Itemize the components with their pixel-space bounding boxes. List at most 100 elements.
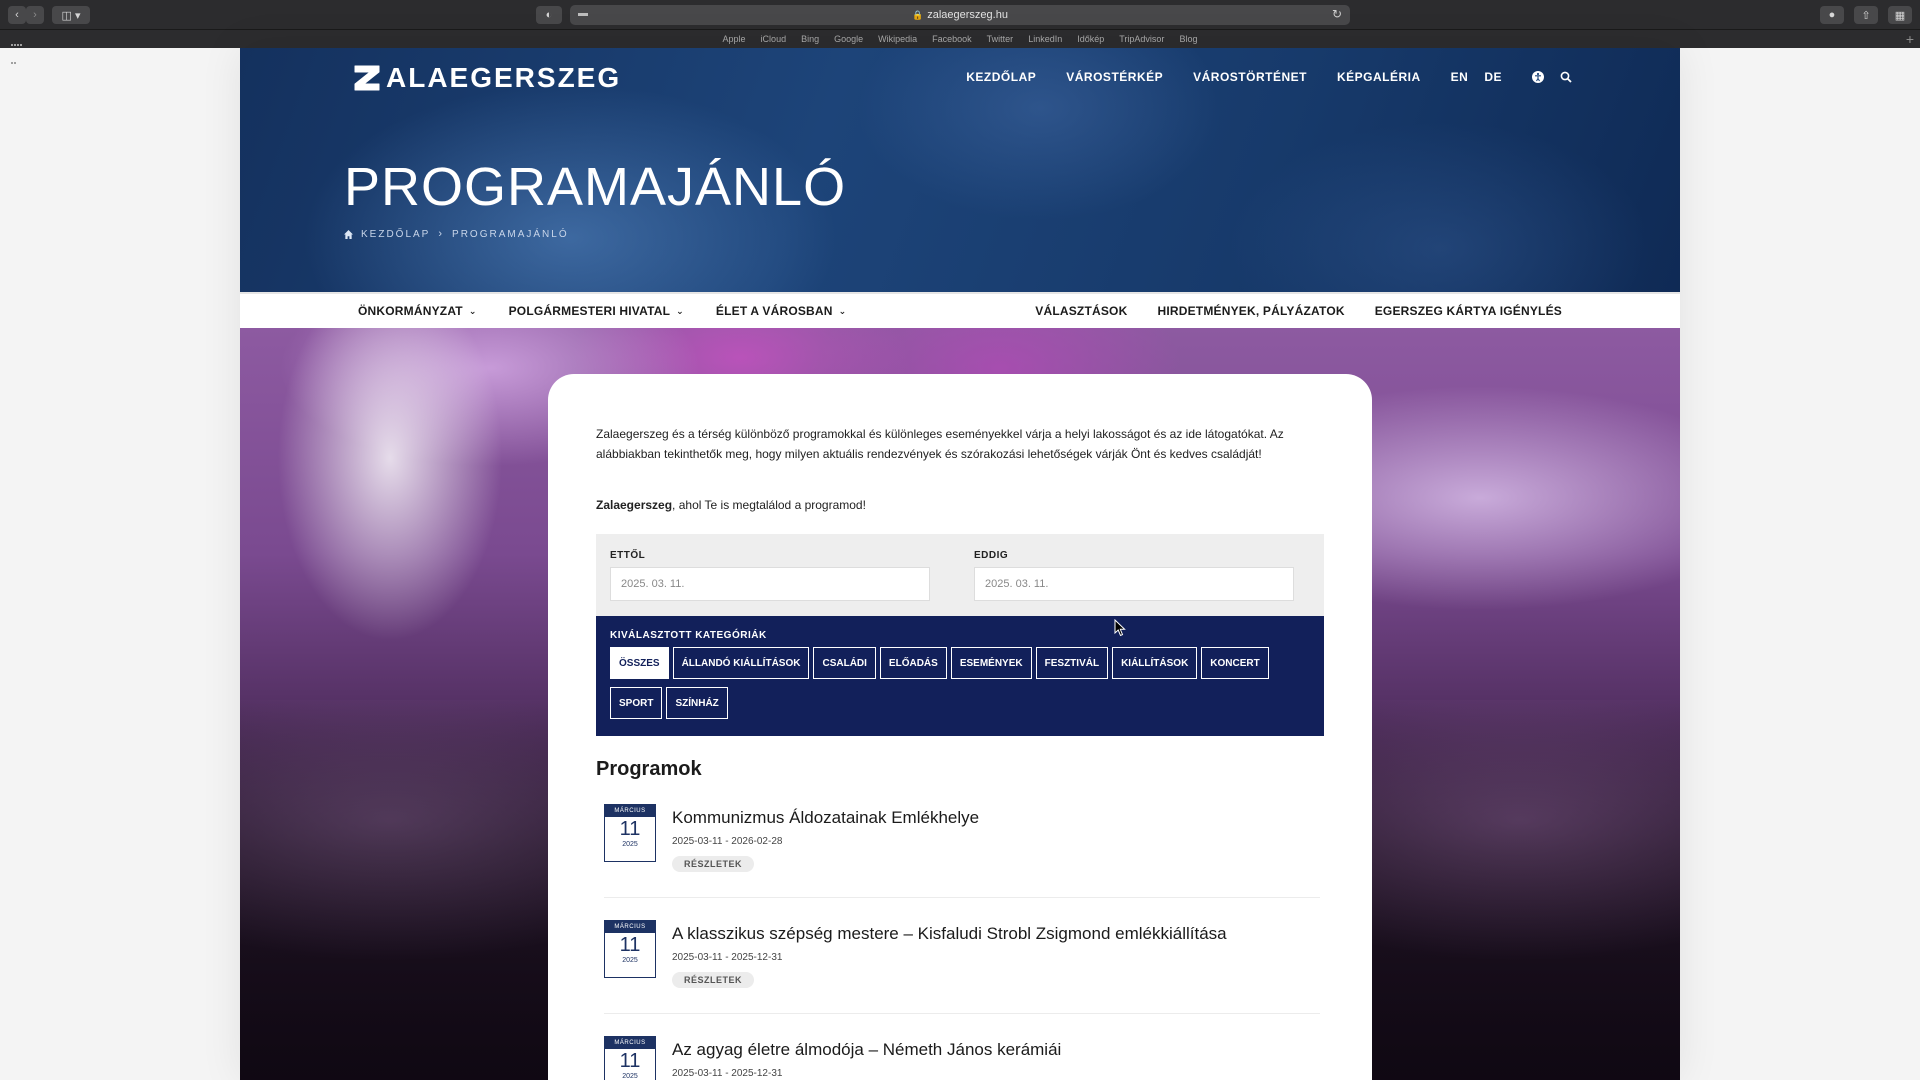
download-icon[interactable]: ● — [1820, 6, 1844, 24]
date-to-label: EDDIG — [974, 550, 1009, 561]
category-allando-kiallitasok[interactable]: ÁLLANDÓ KIÁLLÍTÁSOK — [672, 647, 810, 679]
favorite-link[interactable]: Twitter — [987, 34, 1014, 44]
program-item: MÁRCIUS 11 2025 Az agyag életre álmodója… — [604, 1036, 1320, 1080]
date-from-group: ETTŐL 2025. 03. 11. — [610, 550, 930, 601]
shield-icon[interactable]: ◐ — [536, 6, 562, 24]
favorite-link[interactable]: Facebook — [932, 34, 972, 44]
browser-toolbar: ‹ › ◫ ▾ ◐ ▬ 🔒 zalaegerszeg.hu ↻ ● ⇧ ▦ — [0, 0, 1920, 30]
date-from-input[interactable]: 2025. 03. 11. — [610, 567, 930, 601]
language-switcher: EN DE — [1451, 70, 1502, 84]
favorite-link[interactable]: Időkép — [1077, 34, 1104, 44]
favorite-link[interactable]: Blog — [1179, 34, 1197, 44]
chevron-down-icon: ⌄ — [838, 305, 847, 316]
category-kiallitasok[interactable]: KIÁLLÍTÁSOK — [1112, 647, 1198, 679]
logo-text: ALAEGERSZEG — [386, 62, 622, 93]
intro-text: Zalaegerszeg és a térség különböző progr… — [596, 427, 1284, 461]
calendar-year: 2025 — [622, 1073, 638, 1080]
nav-kezdolap[interactable]: KEZDŐLAP — [966, 70, 1036, 84]
details-button[interactable]: RÉSZLETEK — [672, 972, 755, 988]
favorite-link[interactable]: Wikipedia — [878, 34, 917, 44]
web-page: ALAEGERSZEG KEZDŐLAP VÁROSTÉRKÉP VÁROSTÖ… — [240, 48, 1680, 1080]
favorite-link[interactable]: Apple — [723, 34, 746, 44]
subnav-valasztasok[interactable]: VÁLASZTÁSOK — [1035, 304, 1127, 318]
lang-en[interactable]: EN — [1451, 70, 1469, 84]
subnav-hirdetmenyek[interactable]: HIRDETMÉNYEK, PÁLYÁZATOK — [1157, 304, 1344, 318]
details-button[interactable]: RÉSZLETEK — [672, 856, 755, 872]
program-card: Zalaegerszeg és a térség különböző progr… — [548, 374, 1372, 1080]
program-dates: 2025-03-11 - 2025-12-31 — [672, 952, 783, 963]
programs-heading: Programok — [596, 758, 702, 780]
calendar-year: 2025 — [622, 957, 638, 964]
favorite-link[interactable]: Bing — [801, 34, 819, 44]
nav-varosterkep[interactable]: VÁROSTÉRKÉP — [1066, 70, 1163, 84]
date-from-label: ETTŐL — [610, 550, 646, 561]
category-koncert[interactable]: KONCERT — [1201, 647, 1269, 679]
program-dates: 2025-03-11 - 2025-12-31 — [672, 1068, 783, 1079]
calendar-day: 11 — [619, 818, 641, 840]
subnav-egerszeg-kartya[interactable]: EGERSZEG KÁRTYA IGÉNYLÉS — [1375, 304, 1562, 318]
favorite-link[interactable]: iCloud — [761, 34, 787, 44]
category-osszes[interactable]: ÖSSZES — [610, 647, 669, 679]
hero-header: ALAEGERSZEG KEZDŐLAP VÁROSTÉRKÉP VÁROSTÖ… — [240, 48, 1680, 292]
home-icon[interactable] — [344, 229, 353, 239]
date-to-input[interactable]: 2025. 03. 11. — [974, 567, 1294, 601]
chevron-down-icon: ⌄ — [676, 305, 684, 316]
header-icons — [1532, 71, 1572, 83]
program-title[interactable]: A klasszikus szépség mestere – Kisfaludi… — [672, 924, 1227, 944]
search-icon[interactable] — [1560, 71, 1572, 83]
subnav-onkormanyzat[interactable]: ÖNKORMÁNYZAT ⌄ — [358, 304, 477, 318]
calendar-month: MÁRCIUS — [605, 1037, 655, 1049]
accessibility-icon[interactable] — [1532, 71, 1544, 83]
category-fesztival[interactable]: FESZTIVÁL — [1035, 647, 1109, 679]
program-item: MÁRCIUS 11 2025 Kommunizmus Áldozatainak… — [604, 804, 1320, 898]
breadcrumb-separator-icon: › — [438, 228, 445, 240]
breadcrumb: KEZDŐLAP › PROGRAMAJÁNLÓ — [344, 228, 569, 240]
logo-z-icon — [354, 65, 380, 91]
subnav-elet-a-varosban[interactable]: ÉLET A VÁROSBAN ⌄ — [716, 304, 847, 318]
subnav-polgarmesteri-hivatal[interactable]: POLGÁRMESTERI HIVATAL ⌄ — [509, 304, 684, 318]
site-logo[interactable]: ALAEGERSZEG — [352, 62, 621, 94]
category-szinhaz[interactable]: SZÍNHÁZ — [666, 687, 728, 719]
secondary-navigation: ÖNKORMÁNYZAT ⌄ POLGÁRMESTERI HIVATAL ⌄ ÉLE… — [240, 292, 1680, 328]
tabs-icon[interactable]: ▦ — [1888, 6, 1912, 24]
favorite-link[interactable]: Google — [834, 34, 863, 44]
back-button[interactable]: ‹ — [8, 6, 26, 24]
calendar-month: MÁRCIUS — [605, 921, 655, 933]
breadcrumb-home[interactable]: KEZDŐLAP — [361, 229, 430, 240]
favorite-link[interactable]: LinkedIn — [1028, 34, 1062, 44]
tab-overview-icon[interactable]: ▬ — [578, 8, 588, 19]
calendar-day: 11 — [619, 1050, 641, 1072]
forward-button[interactable]: › — [26, 6, 44, 24]
share-icon[interactable]: ⇧ — [1854, 6, 1878, 24]
intro-tagline-bold: Zalaegerszeg — [596, 498, 673, 512]
url-text: zalaegerszeg.hu — [927, 9, 1008, 21]
nav-kepgaleria[interactable]: KÉPGALÉRIA — [1337, 70, 1421, 84]
program-title[interactable]: Kommunizmus Áldozatainak Emlékhelye — [672, 808, 979, 828]
category-esemenyek[interactable]: ESEMÉNYEK — [950, 647, 1032, 679]
lang-de[interactable]: DE — [1484, 70, 1502, 84]
calendar-date-icon: MÁRCIUS 11 2025 — [604, 920, 656, 978]
calendar-day: 11 — [619, 934, 641, 956]
category-buttons: ÖSSZES ÁLLANDÓ KIÁLLÍTÁSOK CSALÁDI ELŐAD… — [610, 647, 1310, 723]
category-sport[interactable]: SPORT — [610, 687, 663, 719]
sidebar-toggle-button[interactable]: ◫ ▾ — [52, 6, 90, 24]
calendar-month: MÁRCIUS — [605, 805, 655, 817]
reload-icon[interactable]: ↻ — [1332, 7, 1342, 21]
new-tab-icon[interactable]: + — [1906, 31, 1914, 47]
date-filter: ETTŐL 2025. 03. 11. EDDIG 2025. 03. 11. — [596, 534, 1324, 616]
favorites-bar: Apple iCloud Bing Google Wikipedia Faceb… — [0, 30, 1920, 48]
address-bar[interactable]: ▬ 🔒 zalaegerszeg.hu ↻ — [570, 5, 1350, 25]
subnav-label: ÖNKORMÁNYZAT — [358, 304, 463, 318]
program-dates: 2025-03-11 - 2026-02-28 — [672, 836, 783, 847]
lock-icon: 🔒 — [912, 9, 924, 20]
page-title: PROGRAMAJÁNLÓ — [344, 157, 847, 217]
calendar-date-icon: MÁRCIUS 11 2025 — [604, 804, 656, 862]
intro-tagline-rest: , ahol Te is megtalálod a programod! — [672, 498, 866, 512]
category-eloadas[interactable]: ELŐADÁS — [879, 647, 947, 679]
apps-grid-icon[interactable] — [11, 34, 23, 64]
breadcrumb-current: PROGRAMAJÁNLÓ — [452, 228, 569, 240]
favorite-link[interactable]: TripAdvisor — [1119, 34, 1164, 44]
program-title[interactable]: Az agyag életre álmodója – Németh János … — [672, 1040, 1061, 1060]
category-csaladi[interactable]: CSALÁDI — [813, 647, 876, 679]
nav-varostortenet[interactable]: VÁROSTÖRTÉNET — [1193, 70, 1307, 84]
